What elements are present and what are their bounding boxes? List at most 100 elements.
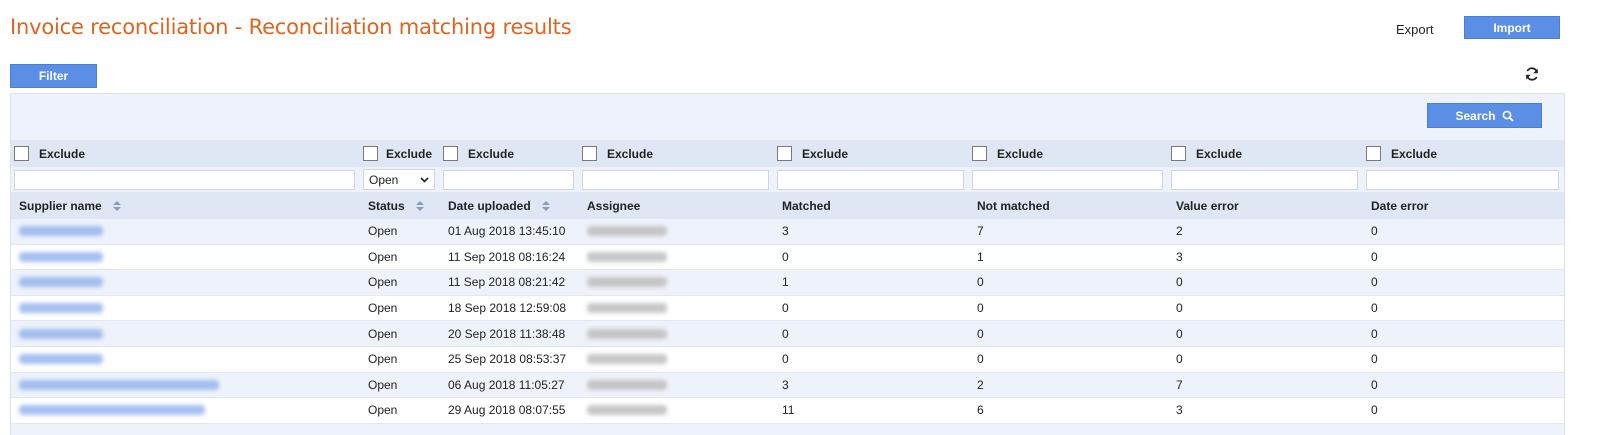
supplier-name-cell[interactable] <box>11 321 360 347</box>
exclude-assignee[interactable]: Exclude <box>579 140 774 167</box>
filter-button[interactable]: Filter <box>10 64 97 88</box>
sort-icon[interactable] <box>415 200 425 212</box>
page-title: Invoice reconciliation - Reconciliation … <box>10 15 572 39</box>
column-header-label: Date error <box>1371 198 1429 213</box>
sort-icon[interactable] <box>112 200 122 212</box>
exclude-checkbox[interactable] <box>582 146 597 161</box>
column-header-label: Matched <box>782 198 831 213</box>
value-error-cell: 2 <box>1168 219 1363 245</box>
value-error-cell: 7 <box>1168 372 1363 399</box>
exclude-label: Exclude <box>607 146 654 161</box>
supplier-name-link-redacted[interactable] <box>19 405 205 416</box>
supplier-name-link-redacted[interactable] <box>19 277 103 288</box>
supplier-name-cell[interactable] <box>11 346 360 373</box>
exclude-date-uploaded[interactable]: Exclude <box>440 140 579 167</box>
column-header-status[interactable]: Status <box>360 192 440 219</box>
search-button[interactable]: Search <box>1427 103 1542 128</box>
not-matched-cell: 0 <box>969 346 1168 373</box>
matched-filter-input[interactable] <box>777 169 964 190</box>
supplier-name-link-redacted[interactable] <box>19 354 103 365</box>
matched-cell: 0 <box>774 346 969 373</box>
assignee-cell <box>579 244 774 271</box>
assignee-cell <box>579 321 774 347</box>
supplier-name-link-redacted[interactable] <box>19 226 103 237</box>
exclude-status[interactable]: Exclude <box>360 140 440 167</box>
column-header-matched: Matched <box>774 192 969 219</box>
not-matched-cell: 2 <box>969 372 1168 399</box>
export-link[interactable]: Export <box>1396 22 1434 37</box>
exclude-not-matched[interactable]: Exclude <box>969 140 1168 167</box>
supplier-name-cell[interactable] <box>11 270 360 296</box>
supplier-name-link-redacted[interactable] <box>19 328 103 339</box>
assignee-cell <box>579 219 774 245</box>
assignee-redacted <box>587 405 667 416</box>
supplier-filter-input[interactable] <box>14 169 355 190</box>
exclude-date-error[interactable]: Exclude <box>1363 140 1564 167</box>
filter-cell-not-matched <box>969 167 1168 192</box>
exclude-checkbox[interactable] <box>1171 146 1186 161</box>
value-error-filter-input[interactable] <box>1171 169 1358 190</box>
sort-icon[interactable] <box>541 200 551 212</box>
date-error-cell: 0 <box>1363 346 1564 373</box>
supplier-name-cell[interactable] <box>11 295 360 322</box>
exclude-checkbox[interactable] <box>777 146 792 161</box>
not-matched-filter-input[interactable] <box>972 169 1163 190</box>
not-matched-cell: 1 <box>969 244 1168 271</box>
matched-cell: 1 <box>774 270 969 296</box>
import-button[interactable]: Import <box>1464 16 1560 39</box>
exclude-checkbox[interactable] <box>443 146 458 161</box>
filter-cell-date-uploaded <box>440 167 579 192</box>
exclude-checkbox[interactable] <box>14 146 29 161</box>
exclude-matched[interactable]: Exclude <box>774 140 969 167</box>
supplier-name-link-redacted[interactable] <box>19 251 103 262</box>
assignee-redacted <box>587 379 667 390</box>
exclude-checkbox[interactable] <box>363 146 378 161</box>
assignee-cell <box>579 295 774 322</box>
supplier-name-link-redacted[interactable] <box>19 379 219 390</box>
date-uploaded-cell: 01 Aug 2018 13:45:10 <box>440 219 579 245</box>
assignee-cell <box>579 346 774 373</box>
assignee-filter-input[interactable] <box>582 169 769 190</box>
status-cell: Open <box>360 321 440 347</box>
date-error-cell: 0 <box>1363 295 1564 322</box>
column-header-supplier-name[interactable]: Supplier name <box>11 192 360 219</box>
results-panel: Search Exclude Exclude Exclude Exclude E… <box>10 93 1565 435</box>
exclude-label: Exclude <box>39 146 86 161</box>
supplier-name-cell[interactable] <box>11 372 360 399</box>
assignee-redacted <box>587 251 667 262</box>
supplier-name-cell[interactable] <box>11 244 360 271</box>
matched-cell: 0 <box>774 321 969 347</box>
exclude-value-error[interactable]: Exclude <box>1168 140 1363 167</box>
exclude-label: Exclude <box>386 146 433 161</box>
column-header-assignee: Assignee <box>579 192 774 219</box>
exclude-checkbox[interactable] <box>972 146 987 161</box>
filter-cell-date-error <box>1363 167 1564 192</box>
assignee-cell <box>579 372 774 399</box>
column-header-date-uploaded[interactable]: Date uploaded <box>440 192 579 219</box>
exclude-label: Exclude <box>1391 146 1438 161</box>
exclude-label: Exclude <box>468 146 515 161</box>
matched-cell: 3 <box>774 219 969 245</box>
status-cell: Open <box>360 244 440 271</box>
exclude-label: Exclude <box>802 146 849 161</box>
column-header-label: Not matched <box>977 198 1050 213</box>
date-uploaded-cell: 11 Sep 2018 08:16:24 <box>440 244 579 271</box>
status-cell: Open <box>360 270 440 296</box>
status-filter-select[interactable]: Open <box>363 169 435 190</box>
status-cell: Open <box>360 398 440 424</box>
refresh-icon[interactable] <box>1524 66 1540 82</box>
filter-cell-value-error <box>1168 167 1363 192</box>
supplier-name-link-redacted[interactable] <box>19 303 103 314</box>
supplier-name-cell[interactable] <box>11 219 360 245</box>
search-button-label: Search <box>1455 108 1496 123</box>
results-table: Exclude Exclude Exclude Exclude Exclude … <box>11 140 1564 424</box>
supplier-name-cell[interactable] <box>11 398 360 424</box>
search-icon <box>1502 110 1514 122</box>
date-uploaded-filter-input[interactable] <box>443 169 574 190</box>
exclude-supplier[interactable]: Exclude <box>11 140 360 167</box>
exclude-checkbox[interactable] <box>1366 146 1381 161</box>
date-error-cell: 0 <box>1363 372 1564 399</box>
value-error-cell: 3 <box>1168 398 1363 424</box>
value-error-cell: 0 <box>1168 270 1363 296</box>
date-error-filter-input[interactable] <box>1366 169 1559 190</box>
